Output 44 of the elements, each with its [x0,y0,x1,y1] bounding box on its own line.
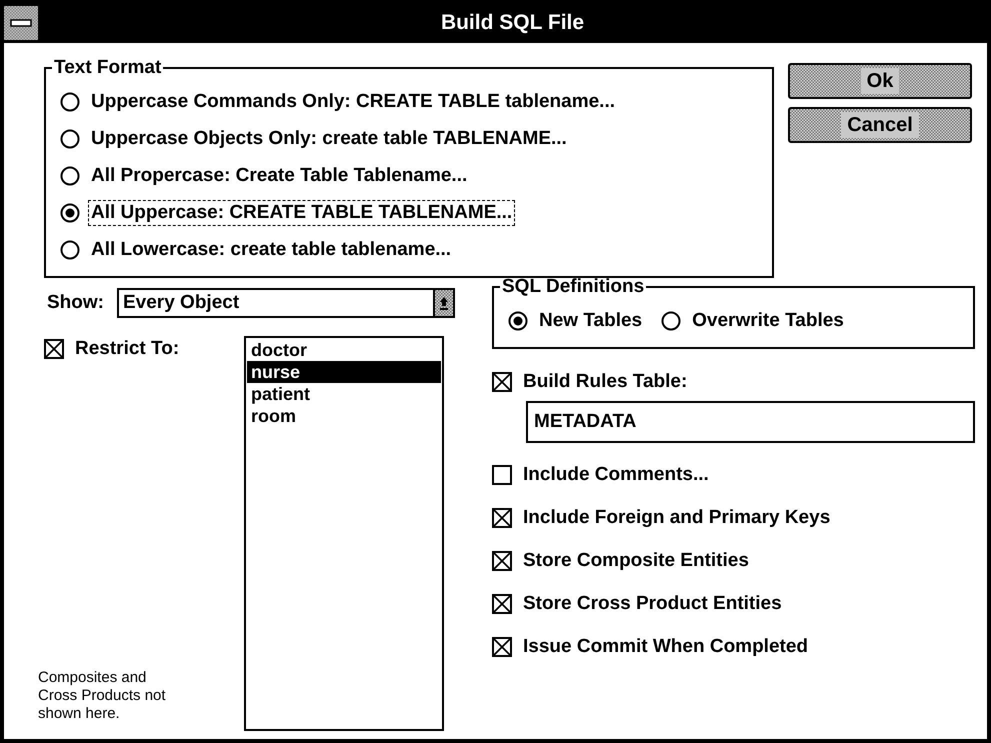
checkbox[interactable] [492,464,512,484]
checkbox-label[interactable]: Store Composite Entities [520,548,752,574]
checkbox-label[interactable]: Store Cross Product Entities [520,590,785,616]
list-item[interactable]: nurse [247,361,441,383]
checkbox[interactable] [492,636,512,656]
checkbox[interactable] [44,339,64,359]
checkbox-label[interactable]: Include Foreign and Primary Keys [520,504,834,530]
radio-button[interactable] [508,310,528,330]
window-title: Build SQL File [440,11,586,35]
radio-button[interactable] [60,128,80,148]
minus-icon [10,19,32,27]
checkbox[interactable] [492,550,512,570]
radio-label[interactable]: Overwrite Tables [689,308,847,334]
radio-button[interactable] [60,92,80,112]
radio-button[interactable] [60,202,80,222]
cancel-button[interactable]: Cancel [788,107,972,143]
note-text: Composites and Cross Products not shown here. [38,669,167,723]
show-label: Show: [46,291,105,315]
radio-label[interactable]: All Lowercase: create table tablename... [88,236,454,262]
radio-label[interactable]: New Tables [536,308,646,334]
checkbox[interactable] [492,508,512,528]
dropdown-arrow-icon [439,295,449,311]
rules-table-field[interactable]: METADATA [526,401,975,443]
radio-label[interactable]: Uppercase Commands Only: CREATE TABLE tablename... [88,88,618,114]
checkbox-label[interactable]: Restrict To: [72,336,182,362]
checkbox[interactable] [492,594,512,614]
radio-button[interactable] [661,310,682,330]
list-item[interactable]: room [247,405,441,427]
radio-button[interactable] [60,240,80,260]
checkbox-label[interactable]: Build Rules Table: [520,369,690,395]
list-item[interactable]: patient [247,383,441,405]
checkbox[interactable] [492,372,512,392]
group-label: SQL Definitions [501,276,646,298]
radio-label[interactable]: Uppercase Objects Only: create table TABLENAME... [88,126,570,152]
ok-button[interactable]: Ok [788,63,972,99]
checkbox-label[interactable]: Include Comments... [520,462,712,488]
show-dropdown[interactable]: Every Object [117,288,455,318]
radio-label[interactable]: All Uppercase: CREATE TABLE TABLENAME... [88,200,516,226]
radio-label[interactable]: All Propercase: Create Table Tablename... [88,162,470,188]
group-label: Text Format [53,57,162,79]
list-item[interactable]: doctor [247,339,441,361]
radio-button[interactable] [60,166,80,186]
system-menu-button[interactable] [4,6,38,40]
checkbox-label[interactable]: Issue Commit When Completed [520,634,812,660]
